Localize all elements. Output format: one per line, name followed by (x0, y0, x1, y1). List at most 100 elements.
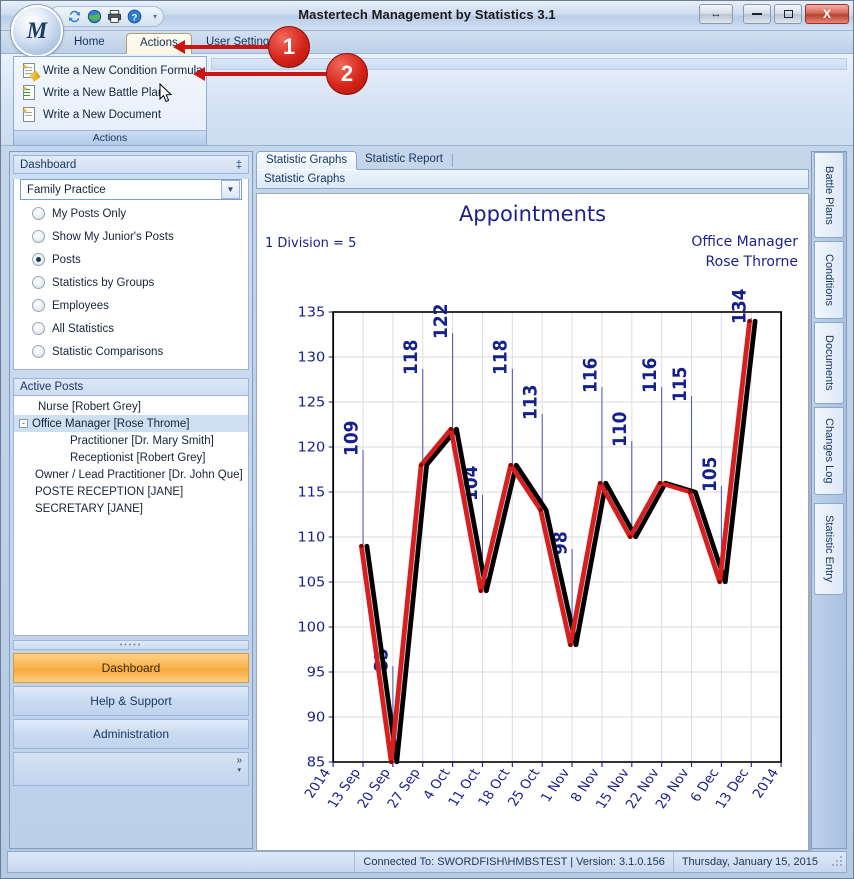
ribbon-group-title: Actions (14, 130, 206, 145)
svg-text:125: 125 (298, 395, 326, 410)
print-icon[interactable] (107, 9, 122, 24)
radio-all-statistics[interactable]: All Statistics (14, 317, 248, 340)
app-menu-orb[interactable]: M (11, 5, 63, 57)
radio-label: All Statistics (52, 322, 114, 335)
svg-text:110: 110 (609, 412, 631, 447)
vtab-statistic-entry[interactable]: Statistic Entry (814, 503, 844, 595)
mouse-cursor-icon (159, 83, 173, 103)
vtab-battle-plans[interactable]: Battle Plans (814, 152, 844, 238)
maximize-icon (783, 10, 793, 18)
tab-statistic-report[interactable]: Statistic Report (356, 151, 452, 170)
dashboard-panel-body: Family Practice ▼ My Posts Only Show My … (13, 179, 249, 370)
tree-item-secretary[interactable]: SECRETARY [JANE] (14, 500, 248, 517)
content-subheader-label: Statistic Graphs (264, 173, 346, 185)
status-bar: Connected To: SWORDFISH\HMBSTEST | Versi… (7, 851, 847, 873)
document-icon: ✦ (21, 106, 37, 123)
right-tab-strip: Battle Plans Conditions Documents Change… (811, 151, 847, 849)
vtab-documents[interactable]: Documents (814, 322, 844, 404)
svg-text:116: 116 (579, 358, 601, 393)
tab-home-label: Home (74, 36, 105, 48)
radio-statistic-comparisons[interactable]: Statistic Comparisons (14, 340, 248, 363)
menu-item-write-condition-formula[interactable]: ✦ Write a New Condition Formula (18, 60, 206, 82)
overflow-chevrons-icon[interactable]: » ▾ (236, 756, 242, 775)
svg-text:115: 115 (669, 367, 691, 402)
tree-item-owner-lead-practitioner[interactable]: Owner / Lead Practitioner [Dr. John Que] (14, 466, 248, 483)
radio-my-posts-only[interactable]: My Posts Only (14, 202, 248, 225)
nav-button-dashboard[interactable]: Dashboard (13, 653, 249, 683)
nav-button-label: Help & Support (90, 694, 172, 708)
chevron-down-icon[interactable]: ▾ (153, 12, 157, 21)
active-posts-tree[interactable]: Nurse [Robert Grey] - Office Manager [Ro… (13, 396, 249, 636)
tree-item-office-manager[interactable]: - Office Manager [Rose Throme] (14, 415, 248, 432)
callout-2-number: 2 (340, 61, 354, 86)
radio-statistics-by-groups[interactable]: Statistics by Groups (14, 271, 248, 294)
callout-1-arrow (173, 40, 276, 54)
radio-icon (32, 253, 45, 266)
vtab-changes-log[interactable]: Changes Log (814, 407, 844, 495)
tab-statistic-graphs[interactable]: Statistic Graphs (256, 151, 358, 170)
condition-formula-icon: ✦ (21, 62, 41, 82)
radio-label: My Posts Only (52, 207, 127, 220)
pin-icon[interactable]: ‡ (236, 159, 242, 171)
svg-text:120: 120 (298, 440, 326, 455)
tree-item-nurse[interactable]: Nurse [Robert Grey] (14, 398, 248, 415)
svg-text:122: 122 (430, 304, 452, 339)
tree-item-practitioner[interactable]: Practitioner [Dr. Mary Smith] (14, 432, 248, 449)
radio-label: Posts (52, 253, 81, 266)
callout-2-arrow (193, 67, 334, 81)
tree-item-label: Practitioner [Dr. Mary Smith] (70, 434, 214, 447)
tab-home[interactable]: Home (61, 33, 118, 54)
svg-text:134: 134 (729, 289, 751, 324)
vtab-label: Documents (823, 335, 835, 391)
vtab-label: Conditions (823, 254, 835, 306)
nav-overflow-area[interactable]: » ▾ (13, 752, 249, 786)
minimize-button[interactable] (743, 4, 771, 24)
tree-item-receptionist[interactable]: Receptionist [Robert Grey] (14, 449, 248, 466)
svg-text:?: ? (132, 12, 138, 22)
nav-button-administration[interactable]: Administration (13, 719, 249, 749)
practice-select[interactable]: Family Practice ▼ (20, 179, 242, 200)
callout-2-badge: 2 (326, 53, 368, 95)
svg-text:135: 135 (298, 305, 326, 320)
refresh-icon[interactable] (67, 9, 82, 24)
radio-icon (32, 276, 45, 289)
close-button[interactable]: X (805, 4, 849, 24)
radio-label: Show My Junior's Posts (52, 230, 174, 243)
minimize-icon (752, 13, 762, 15)
quick-access-toolbar: ? ▾ (48, 6, 165, 27)
svg-text:95: 95 (307, 665, 326, 680)
application-window: Mastertech Management by Statistics 3.1 … (0, 0, 854, 879)
tree-item-poste-reception[interactable]: POSTE RECEPTION [JANE] (14, 483, 248, 500)
restore-size-button[interactable]: ↔ (699, 4, 733, 24)
tree-item-label: Office Manager [Rose Throme] (32, 417, 190, 430)
menu-item-write-document[interactable]: ✦ Write a New Document (18, 104, 206, 126)
active-posts-header: Active Posts (13, 378, 249, 396)
pane-splitter-grip[interactable]: ••••• (13, 640, 249, 650)
radio-posts[interactable]: Posts (14, 248, 248, 271)
chevron-down-icon[interactable]: ▼ (221, 180, 240, 199)
tree-item-label: POSTE RECEPTION [JANE] (35, 485, 184, 498)
radio-employees[interactable]: Employees (14, 294, 248, 317)
help-icon[interactable]: ? (127, 9, 142, 24)
resize-arrows-icon: ↔ (710, 8, 722, 20)
svg-text:118: 118 (400, 340, 422, 375)
svg-text:1 Nov: 1 Nov (538, 766, 573, 804)
chart-container: Appointments 1 Division = 5 Office Manag… (256, 193, 809, 851)
status-date: Thursday, January 15, 2015 (672, 852, 826, 872)
practice-select-value: Family Practice (27, 183, 106, 196)
resize-grip-icon[interactable] (830, 855, 844, 869)
radio-label: Statistics by Groups (52, 276, 155, 289)
tree-item-label: Owner / Lead Practitioner [Dr. John Que] (35, 468, 243, 481)
vtab-conditions[interactable]: Conditions (814, 241, 844, 319)
collapse-icon[interactable]: - (19, 419, 28, 428)
chart-plot: 859095100105110115120125130135201413 Sep… (298, 289, 783, 812)
ribbon-empty-strip (211, 58, 847, 70)
radio-show-my-juniors-posts[interactable]: Show My Junior's Posts (14, 225, 248, 248)
menu-item-write-battle-plan[interactable]: ✦ Write a New Battle Plan (18, 82, 206, 104)
svg-text:110: 110 (298, 530, 326, 545)
maximize-button[interactable] (774, 4, 802, 24)
nav-button-help-support[interactable]: Help & Support (13, 686, 249, 716)
svg-text:130: 130 (298, 350, 326, 365)
left-dashboard-pane: Dashboard ‡ Family Practice ▼ My Posts O… (9, 151, 253, 849)
globe-icon[interactable] (87, 9, 102, 24)
